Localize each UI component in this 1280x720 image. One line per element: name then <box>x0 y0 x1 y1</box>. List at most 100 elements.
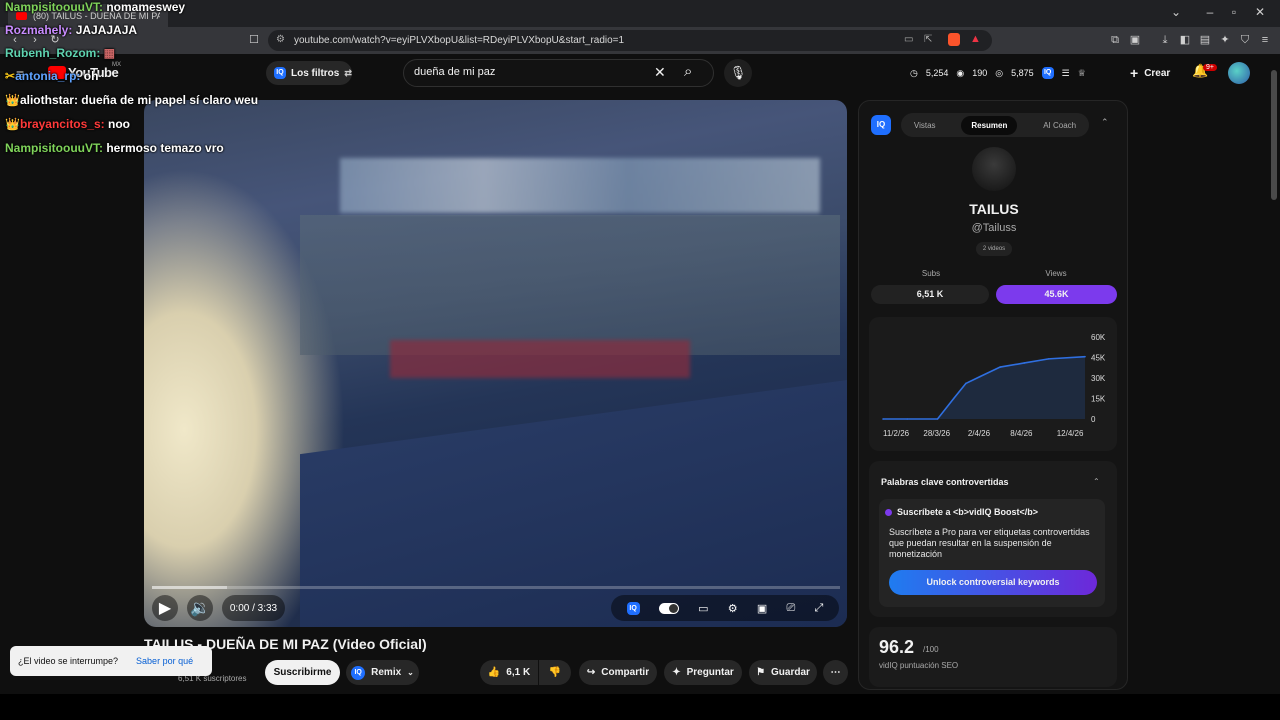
brave-shield-icon[interactable] <box>948 33 960 46</box>
views-chart-card: 60K 45K 30K 15K 0 11/2/26 28/3/26 2/4/26 8/4/26 1… <box>869 317 1117 451</box>
reader-icon[interactable]: ▣ <box>1128 33 1142 47</box>
scrollbar-thumb[interactable] <box>1271 70 1277 200</box>
chart-ytick-label: 0 <box>1091 415 1096 424</box>
list-icon[interactable]: ☰ <box>1062 68 1070 79</box>
seo-label: vidIQ puntuación SEO <box>879 661 959 670</box>
filters-label: Los filtros <box>291 67 340 79</box>
remix-label: Remix <box>371 667 402 678</box>
more-actions-button[interactable]: ⋯ <box>823 660 848 685</box>
clear-search-icon[interactable]: ✕ <box>654 64 666 81</box>
volume-button[interactable]: 🔉 <box>187 595 213 621</box>
create-button[interactable]: + Crear <box>1122 61 1178 85</box>
autoplay-toggle[interactable] <box>658 602 679 614</box>
tab-ai-coach[interactable]: AI Coach <box>1043 121 1076 130</box>
unlock-keywords-button[interactable]: Unlock controversial keywords <box>889 570 1097 595</box>
eye-icon: ◉ <box>956 67 965 78</box>
controversial-keywords-card: Palabras clave controvertidas ⌃ Suscríbe… <box>869 461 1117 617</box>
minimize-icon[interactable]: – <box>1202 5 1218 19</box>
views-toggle[interactable]: 45.6K <box>996 285 1117 304</box>
user-avatar[interactable] <box>1228 62 1250 84</box>
video-frame-wing <box>300 380 847 627</box>
settings-gear-icon[interactable]: ⚙ <box>728 602 738 615</box>
vidiq-stats: ◷ 5,254 ◉ 190 ◎ 5,875 IQ ☰ ♕ <box>910 62 1110 84</box>
site-info-icon[interactable]: ⚙ <box>276 34 285 45</box>
leo-ai-icon[interactable]: ✦ <box>1218 33 1232 47</box>
chat-text: noo <box>104 117 130 131</box>
subs-toggle[interactable]: 6,51 K <box>871 285 989 304</box>
extensions-icon[interactable]: ⧉ <box>1108 33 1122 47</box>
download-icon[interactable]: ⤓ <box>1158 33 1172 47</box>
sidebar-toggle-icon[interactable]: ◧ <box>1178 33 1192 47</box>
vidiq-logo-icon[interactable]: IQ <box>871 115 891 135</box>
playback-issue-toast: ¿El video se interrumpe? Saber por qué <box>10 646 212 676</box>
chart-point <box>979 375 981 378</box>
trophy-icon[interactable]: ♕ <box>1078 68 1086 79</box>
like-count: 6,1 K <box>506 667 531 678</box>
chart-xtick-label: 8/4/26 <box>1010 429 1033 438</box>
subscribe-button[interactable]: Suscribirme <box>265 660 340 685</box>
tab-resumen[interactable]: Resumen <box>961 115 1018 135</box>
page-scrollbar[interactable] <box>1268 54 1280 694</box>
vidiq-player-icon[interactable]: IQ <box>626 601 640 615</box>
save-button[interactable]: ⚑ Guardar <box>749 660 817 685</box>
wallet-icon[interactable]: ▤ <box>1198 33 1212 47</box>
vidiq-icon: IQ <box>274 67 286 79</box>
bookmark-icon: ⚑ <box>756 667 766 678</box>
channel-avatar[interactable] <box>972 147 1016 191</box>
share-button[interactable]: ↪ Compartir <box>579 660 657 685</box>
keywords-description: Suscríbete a Pro para ver etiquetas cont… <box>889 527 1090 559</box>
share-page-icon[interactable]: ⇱ <box>924 34 932 45</box>
play-button[interactable]: ▶ <box>152 595 178 621</box>
subtitles-icon[interactable]: ▭ <box>698 602 708 615</box>
chat-username: NampisitoouuVT: <box>5 0 103 14</box>
ask-label: Preguntar <box>686 667 734 678</box>
seo-score: 96.2 <box>879 637 915 657</box>
thumbs-down-icon: 👎 <box>548 667 562 678</box>
subs-label: Subs <box>921 269 941 278</box>
remix-button[interactable]: IQ Remix ⌄ <box>346 660 419 685</box>
search-icon[interactable]: ⌕ <box>684 63 692 80</box>
bookmark-icon[interactable]: ☐ <box>247 33 261 47</box>
chevron-up-icon[interactable]: ⌃ <box>1093 477 1100 486</box>
chart-point <box>1023 362 1026 364</box>
remix-icon: IQ <box>351 665 366 680</box>
channel-handle: @Tailuss <box>971 222 1017 234</box>
tab-vistas[interactable]: Vistas <box>914 121 936 130</box>
dislike-button[interactable]: 👎 <box>539 660 571 685</box>
search-input[interactable]: dueña de mi paz <box>414 66 495 78</box>
cast-icon[interactable]: ⎚ <box>786 602 795 615</box>
volume-icon: 🔉 <box>190 600 210 617</box>
chevron-down-icon: ⌄ <box>407 668 414 677</box>
chat-message: NampisitoouuVT: hermoso temazo vro <box>5 141 224 155</box>
cast-icon[interactable]: ▭ <box>904 34 913 45</box>
keywords-upsell: Suscríbete a <b>vidIQ Boost</b> Suscríbe… <box>879 499 1105 607</box>
plus-icon: + <box>1130 65 1139 81</box>
video-progress-bar[interactable] <box>152 586 840 589</box>
miniplayer-icon[interactable]: ▣ <box>757 602 767 615</box>
maximize-icon[interactable]: ▫ <box>1226 5 1242 19</box>
fullscreen-icon[interactable]: ⤢ <box>815 602 824 615</box>
filters-chip[interactable]: IQ Los filtros ⇄ <box>266 61 352 85</box>
voice-search-icon[interactable]: 🎙 <box>724 59 752 87</box>
chart-xtick-label: 12/4/26 <box>1057 429 1084 438</box>
video-player[interactable] <box>144 100 847 627</box>
stat-watch-time: 5,254 <box>925 68 949 78</box>
address-bar[interactable]: ⚙ youtube.com/watch?v=eyiPLVXbopU&list=R… <box>268 30 992 51</box>
chart-area <box>883 356 1085 419</box>
vidiq-header-icon[interactable]: IQ <box>1041 67 1054 79</box>
menu-icon[interactable]: ≡ <box>1258 33 1272 47</box>
brave-rewards-icon[interactable]: ▲ <box>970 33 981 45</box>
like-button[interactable]: 👍 6,1 K <box>480 660 538 685</box>
vidiq-panel: IQ Vistas Resumen AI Coach ⌃ TAILUS @Tai… <box>858 100 1128 690</box>
toast-link[interactable]: Saber por qué <box>136 656 193 666</box>
ask-button[interactable]: ✦ Preguntar <box>664 660 742 685</box>
chevron-up-icon[interactable]: ⌃ <box>1101 117 1109 128</box>
search-box[interactable]: dueña de mi paz ✕ ⌕ <box>403 59 714 87</box>
views-label: Views <box>1045 269 1067 278</box>
thumbs-up-icon: 👍 <box>487 667 501 678</box>
tab-list-chevron-icon[interactable]: ⌄ <box>1168 5 1184 19</box>
share-icon: ↪ <box>586 667 596 678</box>
chat-message: 👑brayancitos_s: noo <box>5 117 130 131</box>
vpn-icon[interactable]: ⛉ <box>1238 33 1252 47</box>
close-window-icon[interactable]: ✕ <box>1252 5 1268 19</box>
